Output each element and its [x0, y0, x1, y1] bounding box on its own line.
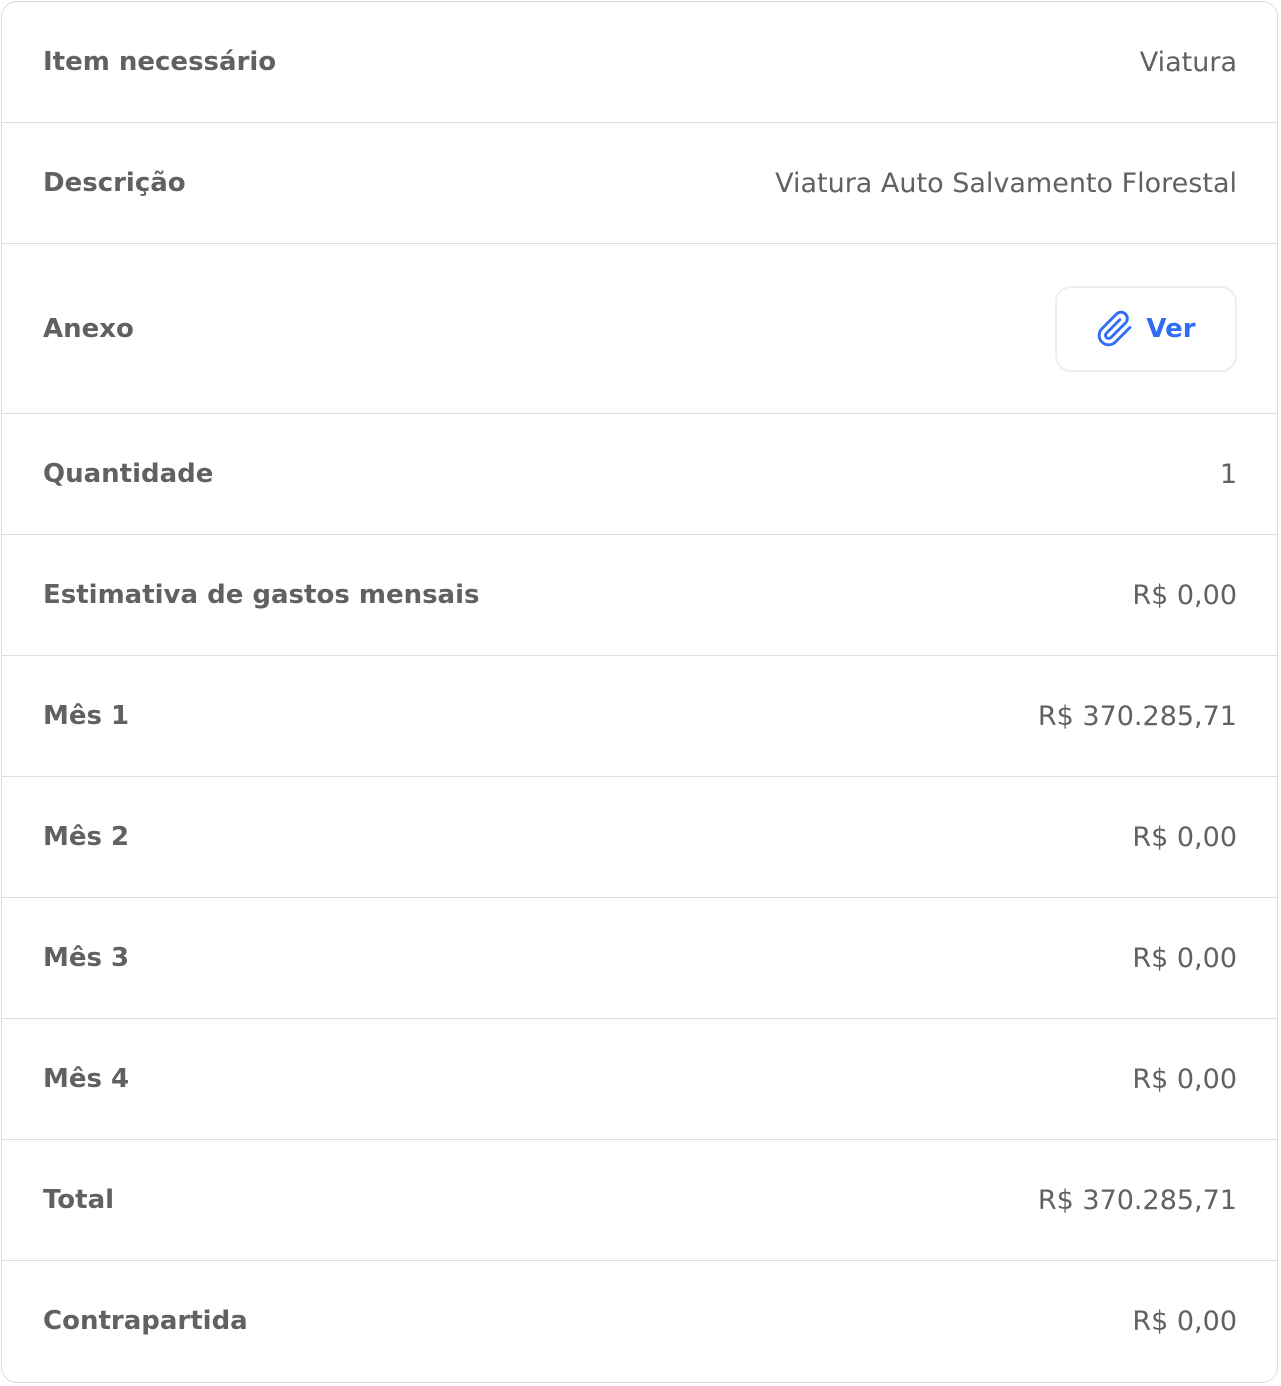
row-value: R$ 0,00: [1132, 1063, 1237, 1095]
row-mes-4: Mês 4 R$ 0,00: [2, 1019, 1277, 1140]
row-value: Viatura Auto Salvamento Florestal: [775, 167, 1237, 199]
row-label: Contrapartida: [43, 1306, 248, 1336]
row-label: Estimativa de gastos mensais: [43, 580, 480, 610]
row-item-necessario: Item necessário Viatura: [2, 2, 1277, 123]
row-mes-1: Mês 1 R$ 370.285,71: [2, 656, 1277, 777]
row-anexo: Anexo Ver: [2, 244, 1277, 414]
row-value: R$ 370.285,71: [1037, 700, 1237, 732]
paperclip-icon: [1096, 310, 1134, 348]
row-label: Quantidade: [43, 459, 214, 489]
view-button-label: Ver: [1146, 313, 1196, 344]
row-value: R$ 370.285,71: [1037, 1184, 1237, 1216]
item-details-card: Item necessário Viatura Descrição Viatur…: [1, 1, 1278, 1383]
row-mes-2: Mês 2 R$ 0,00: [2, 777, 1277, 898]
row-descricao: Descrição Viatura Auto Salvamento Flores…: [2, 123, 1277, 244]
row-label: Mês 1: [43, 701, 130, 731]
row-contrapartida: Contrapartida R$ 0,00: [2, 1261, 1277, 1381]
row-value: 1: [1219, 458, 1237, 490]
row-quantidade: Quantidade 1: [2, 414, 1277, 535]
view-attachment-button[interactable]: Ver: [1055, 285, 1237, 372]
row-value: R$ 0,00: [1132, 1305, 1237, 1337]
row-estimativa-gastos-mensais: Estimativa de gastos mensais R$ 0,00: [2, 535, 1277, 656]
row-label: Mês 4: [43, 1064, 130, 1094]
row-label: Anexo: [43, 313, 134, 344]
row-label: Item necessário: [43, 47, 277, 77]
row-label: Descrição: [43, 168, 186, 198]
row-total: Total R$ 370.285,71: [2, 1140, 1277, 1261]
row-label: Mês 2: [43, 822, 130, 852]
row-value: R$ 0,00: [1132, 942, 1237, 974]
row-value: Viatura: [1139, 46, 1237, 78]
row-value: R$ 0,00: [1132, 579, 1237, 611]
row-value: R$ 0,00: [1132, 821, 1237, 853]
row-label: Mês 3: [43, 943, 130, 973]
row-mes-3: Mês 3 R$ 0,00: [2, 898, 1277, 1019]
row-label: Total: [43, 1185, 115, 1215]
